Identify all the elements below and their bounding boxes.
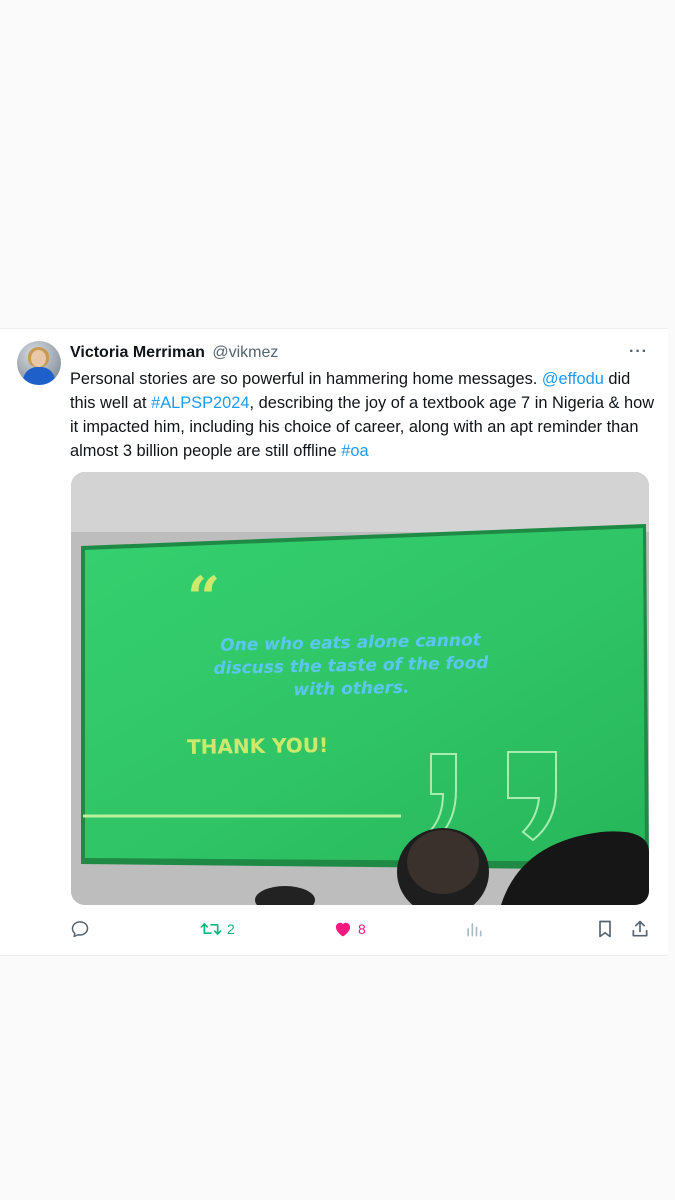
mention-link[interactable]: @effodu xyxy=(542,370,604,388)
retweet-count: 2 xyxy=(227,921,235,937)
views-button[interactable] xyxy=(464,919,484,939)
slide-quote-text: One who eats alone cannot discuss the ta… xyxy=(213,630,489,701)
page: Victoria Merriman @vikmez ··· Personal s… xyxy=(0,0,675,1200)
tweet-header: Victoria Merriman @vikmez xyxy=(70,343,278,363)
share-icon xyxy=(632,920,648,937)
slide-thank-you: THANK YOU! xyxy=(186,733,329,759)
reply-button[interactable] xyxy=(70,919,90,939)
tweet-photo[interactable]: “ One who eats alone cannot discuss the … xyxy=(71,472,649,905)
reply-icon xyxy=(71,921,89,938)
retweet-icon xyxy=(200,923,222,935)
tweet-text-part: Personal stories are so powerful in hamm… xyxy=(70,370,542,388)
share-button[interactable] xyxy=(630,919,650,939)
heart-icon xyxy=(335,922,351,937)
tweet-actions: 2 8 xyxy=(0,917,668,945)
author-handle[interactable]: @vikmez xyxy=(212,344,278,361)
bookmark-button[interactable] xyxy=(596,919,614,939)
hashtag-link[interactable]: #ALPSP2024 xyxy=(151,394,249,412)
like-count: 8 xyxy=(358,921,366,937)
tweet-text: Personal stories are so powerful in hamm… xyxy=(70,367,655,463)
retweet-button[interactable]: 2 xyxy=(200,919,235,939)
more-options-icon[interactable]: ··· xyxy=(629,343,648,361)
author-name[interactable]: Victoria Merriman xyxy=(70,344,205,361)
hashtag-link[interactable]: #oa xyxy=(341,442,368,460)
bookmark-icon xyxy=(599,920,611,938)
tweet-card[interactable]: Victoria Merriman @vikmez ··· Personal s… xyxy=(0,328,668,956)
views-icon xyxy=(467,923,482,937)
like-button[interactable]: 8 xyxy=(333,919,366,939)
quote-open-mark: “ xyxy=(187,564,220,632)
avatar[interactable] xyxy=(17,341,61,385)
